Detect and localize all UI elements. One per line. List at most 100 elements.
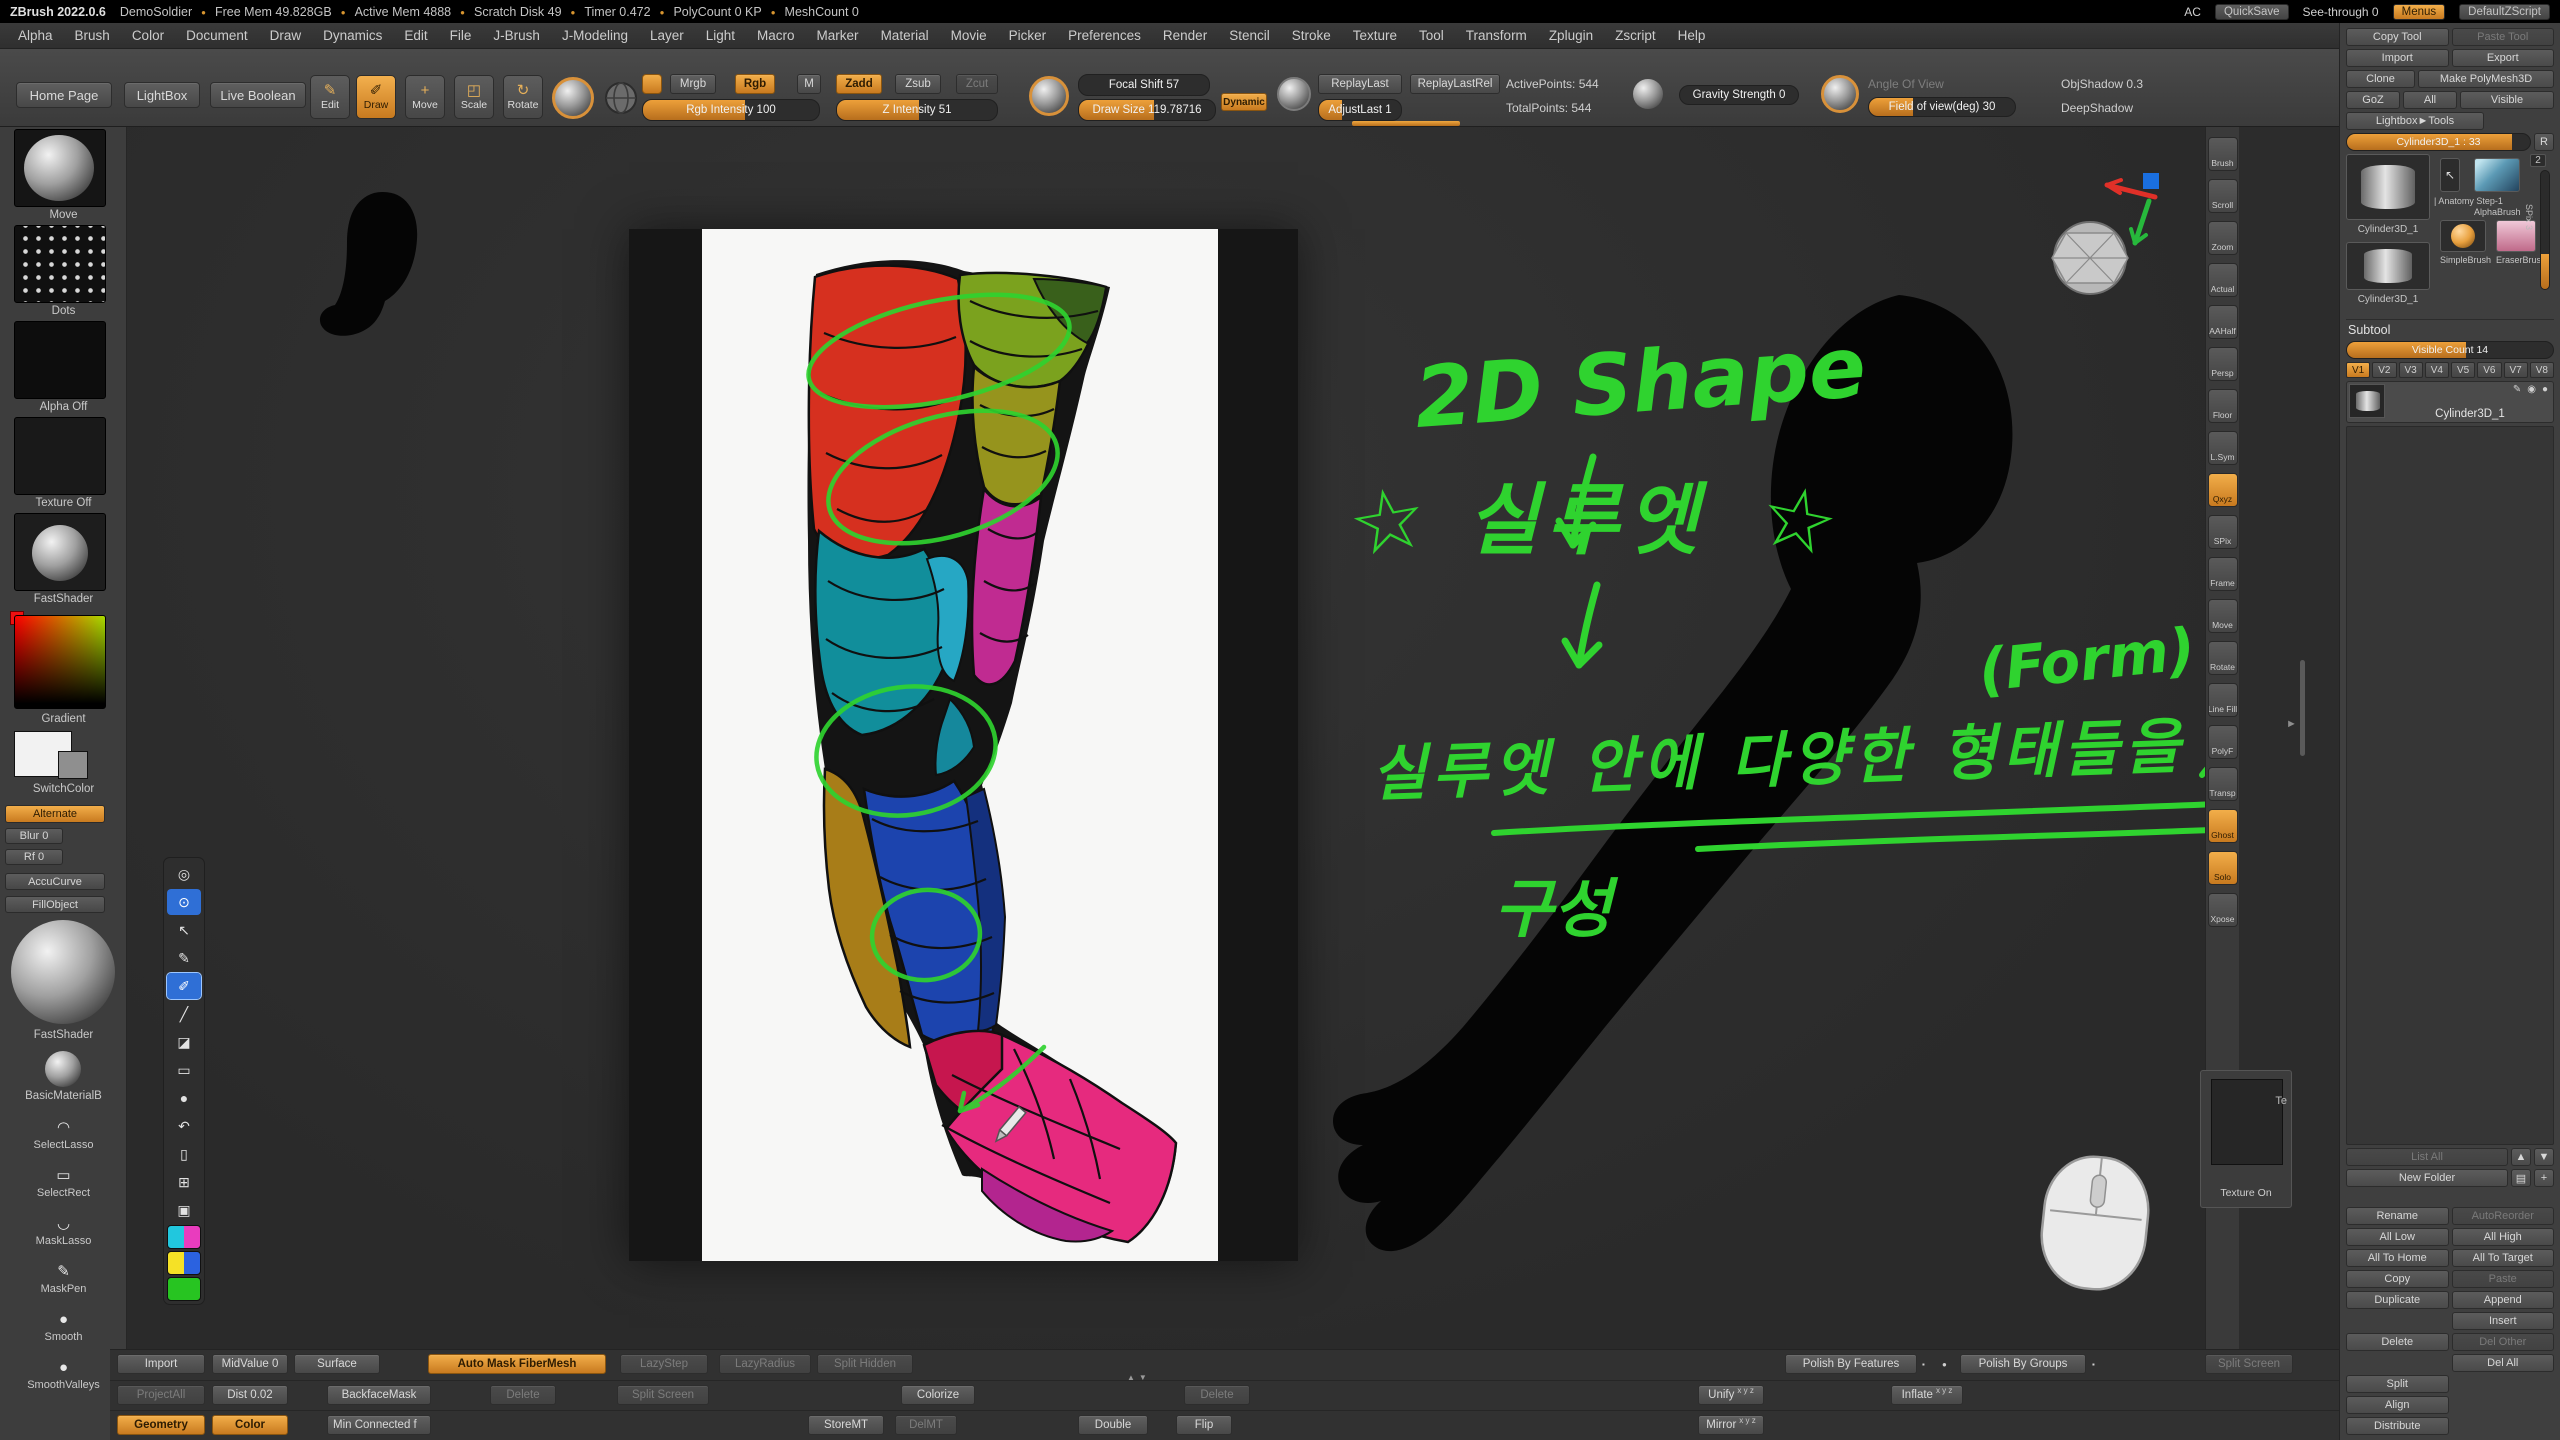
panel-action-button[interactable]: Copy — [2346, 1270, 2449, 1288]
blur-slider[interactable]: Blur 0 — [5, 828, 63, 844]
brush-preview-icon[interactable] — [552, 77, 594, 119]
delmt-button[interactable]: DelMT — [895, 1415, 957, 1435]
pen-icon[interactable]: ✎ — [167, 945, 201, 971]
draw-mode-button[interactable]: ✐ Draw — [356, 75, 396, 119]
make-polymesh3d-button[interactable]: Make PolyMesh3D — [2418, 70, 2554, 88]
active-tool-thumbnail[interactable] — [2346, 154, 2430, 220]
draw-size-slider[interactable]: Draw Size 119.78716 — [1078, 99, 1216, 121]
unify-button[interactable]: Unifyx y z — [1698, 1385, 1764, 1405]
move-mode-button[interactable]: + Move — [405, 75, 445, 119]
menu-item[interactable]: Brush — [75, 28, 110, 43]
subtool-list-item[interactable]: ✎ ◉ ● Cylinder3D_1 — [2346, 381, 2554, 423]
r-button[interactable]: R — [2534, 133, 2554, 151]
subtool-dot-icon[interactable]: ● — [2542, 384, 2548, 395]
panel-action-button[interactable]: All Low — [2346, 1228, 2449, 1246]
menu-item[interactable]: Zscript — [1615, 28, 1656, 43]
color-picker[interactable] — [14, 615, 106, 709]
shelf-button[interactable]: AAHalf — [2208, 305, 2238, 339]
shelf-button[interactable]: Floor — [2208, 389, 2238, 423]
polish-by-groups-button[interactable]: Polish By Groups — [1960, 1354, 2086, 1374]
menu-item[interactable]: Document — [186, 28, 248, 43]
menu-item[interactable]: J-Modeling — [562, 28, 628, 43]
delete-button[interactable]: Delete — [490, 1385, 556, 1405]
drag-handle-icon[interactable]: ◎ — [167, 861, 201, 887]
storemt-button[interactable]: StoreMT — [808, 1415, 884, 1435]
menu-item[interactable]: Transform — [1466, 28, 1527, 43]
menu-item[interactable]: Zplugin — [1549, 28, 1593, 43]
replay-last-rel-button[interactable]: ReplayLastRel — [1410, 74, 1500, 94]
undo-icon[interactable]: ↶ — [167, 1113, 201, 1139]
menu-item[interactable]: Light — [706, 28, 735, 43]
panel-action-button[interactable]: Duplicate — [2346, 1291, 2449, 1309]
menu-item[interactable]: Color — [132, 28, 164, 43]
eye-icon[interactable]: ⊙ — [167, 889, 201, 915]
stroke-preview-dots[interactable] — [14, 225, 106, 303]
goz-button[interactable]: GoZ — [2346, 91, 2400, 109]
import-button[interactable]: Import — [2346, 49, 2449, 67]
alphabrush-thumbnail[interactable] — [2474, 158, 2520, 192]
adjust-last-slider[interactable]: AdjustLast 1 — [1318, 99, 1402, 121]
visible-count-slider[interactable]: Visible Count 14 — [2346, 341, 2554, 359]
projectall-button[interactable]: ProjectAll — [117, 1385, 205, 1405]
export-button[interactable]: Export — [2452, 49, 2555, 67]
menu-item[interactable]: Dynamics — [323, 28, 382, 43]
rgb-button[interactable]: Rgb — [735, 74, 775, 94]
panel-action-button[interactable]: Delete — [2346, 1333, 2449, 1351]
menu-item[interactable]: Layer — [650, 28, 684, 43]
split-screen-button[interactable]: Split Screen — [2205, 1354, 2293, 1374]
menu-item[interactable]: Material — [881, 28, 929, 43]
split-hidden-button[interactable]: Split Hidden — [817, 1354, 913, 1374]
goz-all-button[interactable]: All — [2403, 91, 2457, 109]
shelf-button[interactable]: Line Fill — [2208, 683, 2238, 717]
panel-action-button[interactable]: Rename — [2346, 1207, 2449, 1225]
color-tab-button[interactable]: Color — [212, 1415, 288, 1435]
texture-on-button[interactable]: Texture On — [2201, 1187, 2291, 1199]
menu-item[interactable]: Draw — [270, 28, 302, 43]
replay-last-button[interactable]: ReplayLast — [1318, 74, 1402, 94]
shelf-button[interactable]: Xpose — [2208, 893, 2238, 927]
focal-shift-slider[interactable]: Focal Shift 57 — [1078, 74, 1210, 96]
menu-item[interactable]: Render — [1163, 28, 1207, 43]
dist-slider[interactable]: Dist 0.02 — [212, 1385, 288, 1405]
shelf-button[interactable]: PolyF — [2208, 725, 2238, 759]
cylinder-tool-thumbnail[interactable] — [2346, 242, 2430, 290]
shelf-button[interactable]: Qxyz — [2208, 473, 2238, 507]
select-rect-tool[interactable]: ▭ SelectRect — [0, 1165, 127, 1199]
rotate-mode-button[interactable]: ↻ Rotate — [503, 75, 543, 119]
shelf-button[interactable]: Actual — [2208, 263, 2238, 297]
scale-mode-button[interactable]: ◰ Scale — [454, 75, 494, 119]
subtool-version-tab[interactable]: V6 — [2477, 362, 2501, 378]
screenshot-icon[interactable]: ⊞ — [167, 1169, 201, 1195]
z-intensity-slider[interactable]: Z Intensity 51 — [836, 99, 998, 121]
add-icon[interactable]: + — [2534, 1169, 2554, 1187]
shelf-button[interactable]: L.Sym — [2208, 431, 2238, 465]
move-up-button[interactable]: ▲ — [2511, 1148, 2531, 1166]
zsub-button[interactable]: Zsub — [895, 74, 941, 94]
color-swatch-cyan-magenta[interactable] — [167, 1225, 201, 1249]
folder-icon[interactable]: ▤ — [2511, 1169, 2531, 1187]
color-swatch-yellow-blue[interactable] — [167, 1251, 201, 1275]
subtool-version-tab[interactable]: V1 — [2346, 362, 2370, 378]
goz-visible-button[interactable]: Visible — [2460, 91, 2554, 109]
m-button[interactable]: M — [797, 74, 821, 94]
panel-action-button[interactable]: Del All — [2452, 1354, 2555, 1372]
panel-action-button[interactable]: All To Home — [2346, 1249, 2449, 1267]
alternate-button[interactable]: Alternate — [5, 805, 105, 823]
subtool-header[interactable]: Subtool — [2346, 319, 2554, 338]
panel-action-button[interactable]: Split — [2346, 1375, 2449, 1393]
zscript-button[interactable]: DefaultZScript — [2459, 4, 2550, 20]
panel-action-button[interactable]: Align — [2346, 1396, 2449, 1414]
lazyradius-slider[interactable]: LazyRadius — [719, 1354, 811, 1374]
viewport-canvas[interactable]: 2D Shape ☆ 실루엣 ☆ (Form) 실루엣 안에 다양한 형태들을 … — [127, 127, 2205, 1349]
accucurve-button[interactable]: AccuCurve — [5, 873, 105, 890]
document-area[interactable] — [629, 229, 1298, 1261]
cursor-icon[interactable]: ↖ — [167, 917, 201, 943]
obj-shadow-label[interactable]: ObjShadow 0.3 — [2061, 77, 2143, 91]
menus-button[interactable]: Menus — [2393, 4, 2446, 20]
paste-tool-button[interactable]: Paste Tool — [2452, 28, 2555, 46]
subtool-version-tab[interactable]: V3 — [2399, 362, 2423, 378]
flip-button[interactable]: Flip — [1176, 1415, 1232, 1435]
paint-icon[interactable]: ✎ — [2513, 384, 2521, 395]
surface-button[interactable]: Surface — [294, 1354, 380, 1374]
menu-item[interactable]: Macro — [757, 28, 795, 43]
